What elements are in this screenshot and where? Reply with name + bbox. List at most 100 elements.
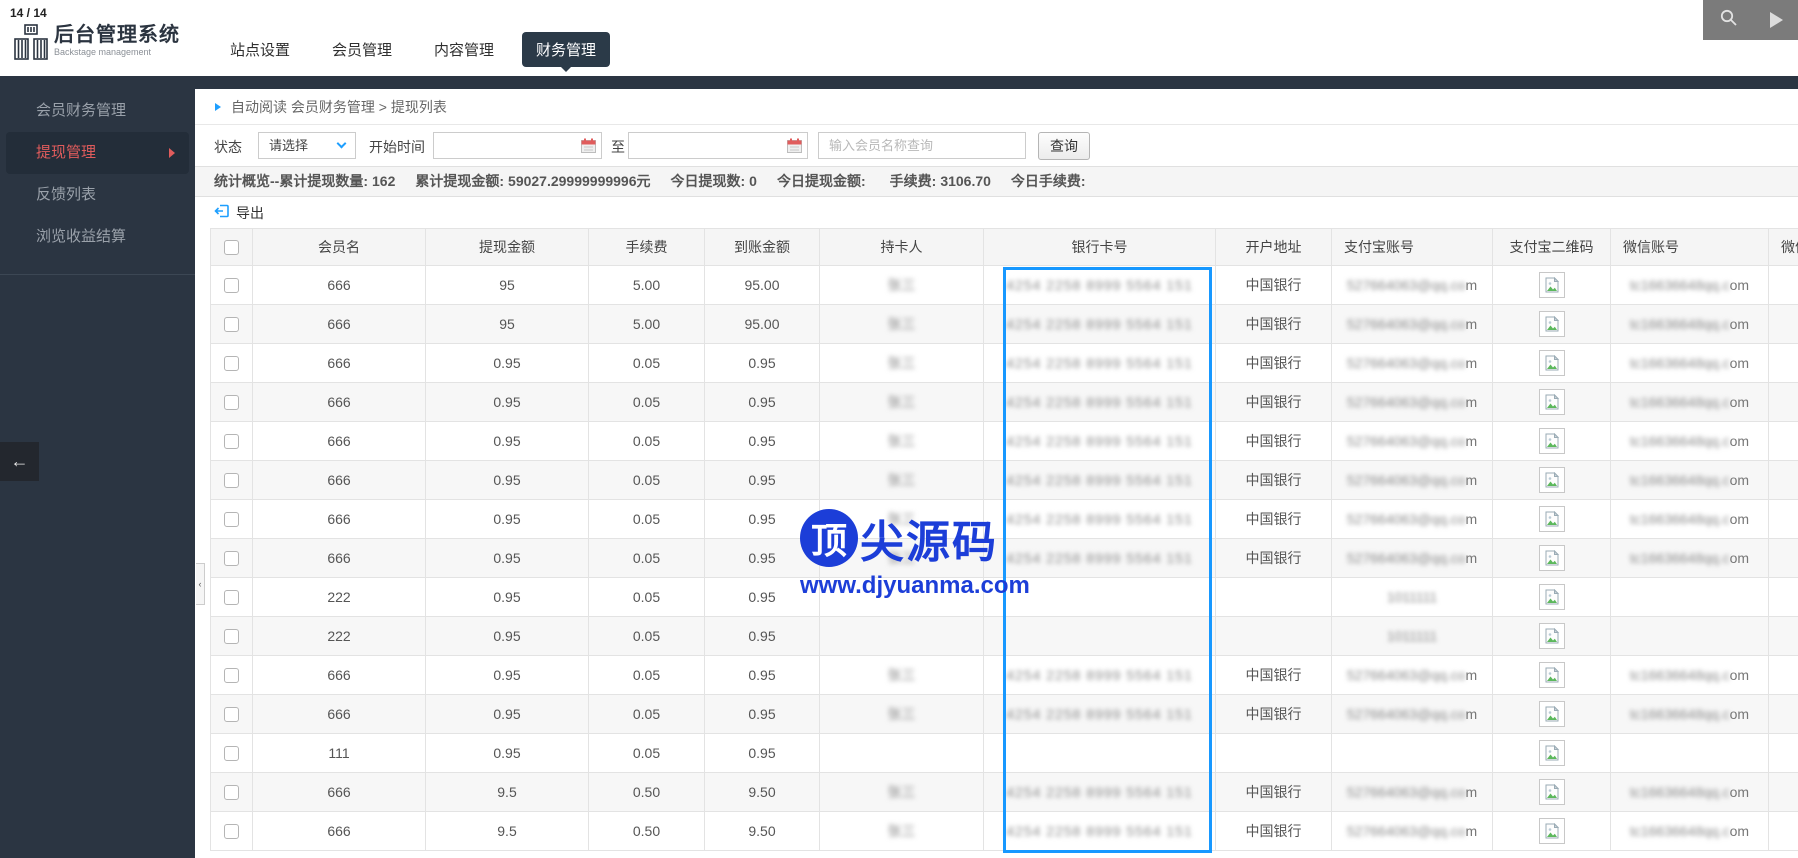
cell-bank-name: 中国银行 (1216, 461, 1332, 500)
status-select[interactable]: 请选择 (258, 132, 356, 159)
cell-alipay-account: 527664063@qq.com (1332, 422, 1493, 461)
row-checkbox[interactable] (224, 278, 239, 293)
collapse-sidebar-button[interactable]: ← (0, 442, 39, 481)
export-button[interactable]: 导出 (214, 203, 264, 223)
cell-wechat-account (1611, 578, 1769, 617)
breadcrumb-arrow-icon (215, 103, 221, 111)
row-checkbox[interactable] (224, 395, 239, 410)
cell-bank-name: 中国银行 (1216, 539, 1332, 578)
column-header: 开户地址 (1216, 229, 1332, 266)
cell-received-amount: 0.95 (705, 539, 820, 578)
cell-alipay-account: 527664063@qq.com (1332, 500, 1493, 539)
row-checkbox[interactable] (224, 317, 239, 332)
sidebar-item[interactable]: 反馈列表 (6, 174, 189, 216)
cell-member-name: 666 (253, 773, 426, 812)
row-checkbox[interactable] (224, 356, 239, 371)
row-checkbox[interactable] (224, 512, 239, 527)
cell-member-name: 666 (253, 266, 426, 305)
sidebar-item[interactable]: 提现管理 (6, 132, 189, 174)
image-placeholder-icon[interactable] (1539, 506, 1565, 532)
image-placeholder-icon[interactable] (1539, 623, 1565, 649)
nav-tab[interactable]: 财务管理 (522, 32, 610, 67)
cell-cardholder: 张三 (820, 539, 984, 578)
search-icon[interactable] (1719, 8, 1739, 33)
image-placeholder-icon[interactable] (1539, 818, 1565, 844)
image-placeholder-icon[interactable] (1539, 311, 1565, 337)
cell-withdraw-amount: 95 (426, 305, 589, 344)
image-placeholder-icon[interactable] (1539, 428, 1565, 454)
cell-wechat-account: tc16636648qq.com (1611, 500, 1769, 539)
cell-wechat-extra (1769, 539, 1798, 578)
cell-member-name: 222 (253, 617, 426, 656)
row-checkbox[interactable] (224, 668, 239, 683)
cell-wechat-account: tc16636648qq.com (1611, 695, 1769, 734)
cell-wechat-account: tc16636648qq.com (1611, 461, 1769, 500)
row-checkbox[interactable] (224, 434, 239, 449)
nav-tab[interactable]: 会员管理 (318, 32, 406, 67)
search-button[interactable]: 查询 (1038, 132, 1090, 160)
image-placeholder-icon[interactable] (1539, 779, 1565, 805)
cell-bank-name: 中国银行 (1216, 695, 1332, 734)
play-icon[interactable] (1770, 12, 1783, 28)
row-checkbox[interactable] (224, 785, 239, 800)
cell-bank-card-number: 4254 2258 8999 5564 151 (984, 539, 1216, 578)
image-placeholder-icon[interactable] (1539, 584, 1565, 610)
start-date-input[interactable] (433, 132, 602, 159)
cell-fee: 0.05 (589, 695, 705, 734)
calendar-icon (581, 138, 596, 158)
cell-wechat-extra (1769, 422, 1798, 461)
image-placeholder-icon[interactable] (1539, 740, 1565, 766)
table-row: 666 0.95 0.05 0.95 张三 4254 2258 8999 556… (211, 695, 1798, 734)
sidebar-item[interactable]: 会员财务管理 (6, 90, 189, 132)
image-placeholder-icon[interactable] (1539, 350, 1565, 376)
cell-withdraw-amount: 0.95 (426, 695, 589, 734)
cell-fee: 0.05 (589, 500, 705, 539)
calendar-icon (787, 138, 802, 158)
cell-bank-card-number: 4254 2258 8999 5564 151 (984, 266, 1216, 305)
cell-alipay-account: 527664063@qq.com (1332, 461, 1493, 500)
collapse-handle[interactable]: ‹ (196, 563, 205, 605)
cell-fee: 0.05 (589, 578, 705, 617)
table-row: 222 0.95 0.05 0.95 1011111 (211, 578, 1798, 617)
cell-bank-card-number: 4254 2258 8999 5564 151 (984, 773, 1216, 812)
image-placeholder-icon[interactable] (1539, 467, 1565, 493)
cell-withdraw-amount: 9.5 (426, 773, 589, 812)
cell-member-name: 111 (253, 734, 426, 773)
image-placeholder-icon[interactable] (1539, 662, 1565, 688)
cell-bank-name (1216, 578, 1332, 617)
table-row: 666 0.95 0.05 0.95 张三 4254 2258 8999 556… (211, 539, 1798, 578)
end-date-input[interactable] (628, 132, 808, 159)
cell-cardholder: 张三 (820, 461, 984, 500)
main-nav: 站点设置会员管理内容管理财务管理 (216, 32, 624, 66)
nav-tab[interactable]: 站点设置 (216, 32, 304, 67)
cell-cardholder: 张三 (820, 812, 984, 851)
image-placeholder-icon[interactable] (1539, 389, 1565, 415)
row-checkbox[interactable] (224, 746, 239, 761)
row-checkbox[interactable] (224, 824, 239, 839)
cell-bank-card-number: 4254 2258 8999 5564 151 (984, 812, 1216, 851)
row-checkbox[interactable] (224, 707, 239, 722)
cell-received-amount: 0.95 (705, 695, 820, 734)
cell-received-amount: 9.50 (705, 812, 820, 851)
cell-wechat-extra (1769, 461, 1798, 500)
cell-wechat-account: tc16636648qq.com (1611, 266, 1769, 305)
row-checkbox[interactable] (224, 551, 239, 566)
row-checkbox[interactable] (224, 629, 239, 644)
cell-received-amount: 9.50 (705, 773, 820, 812)
cell-bank-name: 中国银行 (1216, 773, 1332, 812)
cell-wechat-account: tc16636648qq.com (1611, 422, 1769, 461)
row-checkbox[interactable] (224, 590, 239, 605)
cell-cardholder: 张三 (820, 656, 984, 695)
nav-tab[interactable]: 内容管理 (420, 32, 508, 67)
image-placeholder-icon[interactable] (1539, 545, 1565, 571)
column-header: 支付宝账号 (1332, 229, 1493, 266)
sidebar-item[interactable]: 浏览收益结算 (6, 216, 189, 258)
cell-withdraw-amount: 0.95 (426, 461, 589, 500)
cell-fee: 0.05 (589, 461, 705, 500)
image-placeholder-icon[interactable] (1539, 701, 1565, 727)
image-placeholder-icon[interactable] (1539, 272, 1565, 298)
member-name-input[interactable] (818, 132, 1026, 159)
row-checkbox[interactable] (224, 473, 239, 488)
cell-alipay-qr (1493, 617, 1611, 656)
select-all-checkbox[interactable] (224, 240, 239, 255)
